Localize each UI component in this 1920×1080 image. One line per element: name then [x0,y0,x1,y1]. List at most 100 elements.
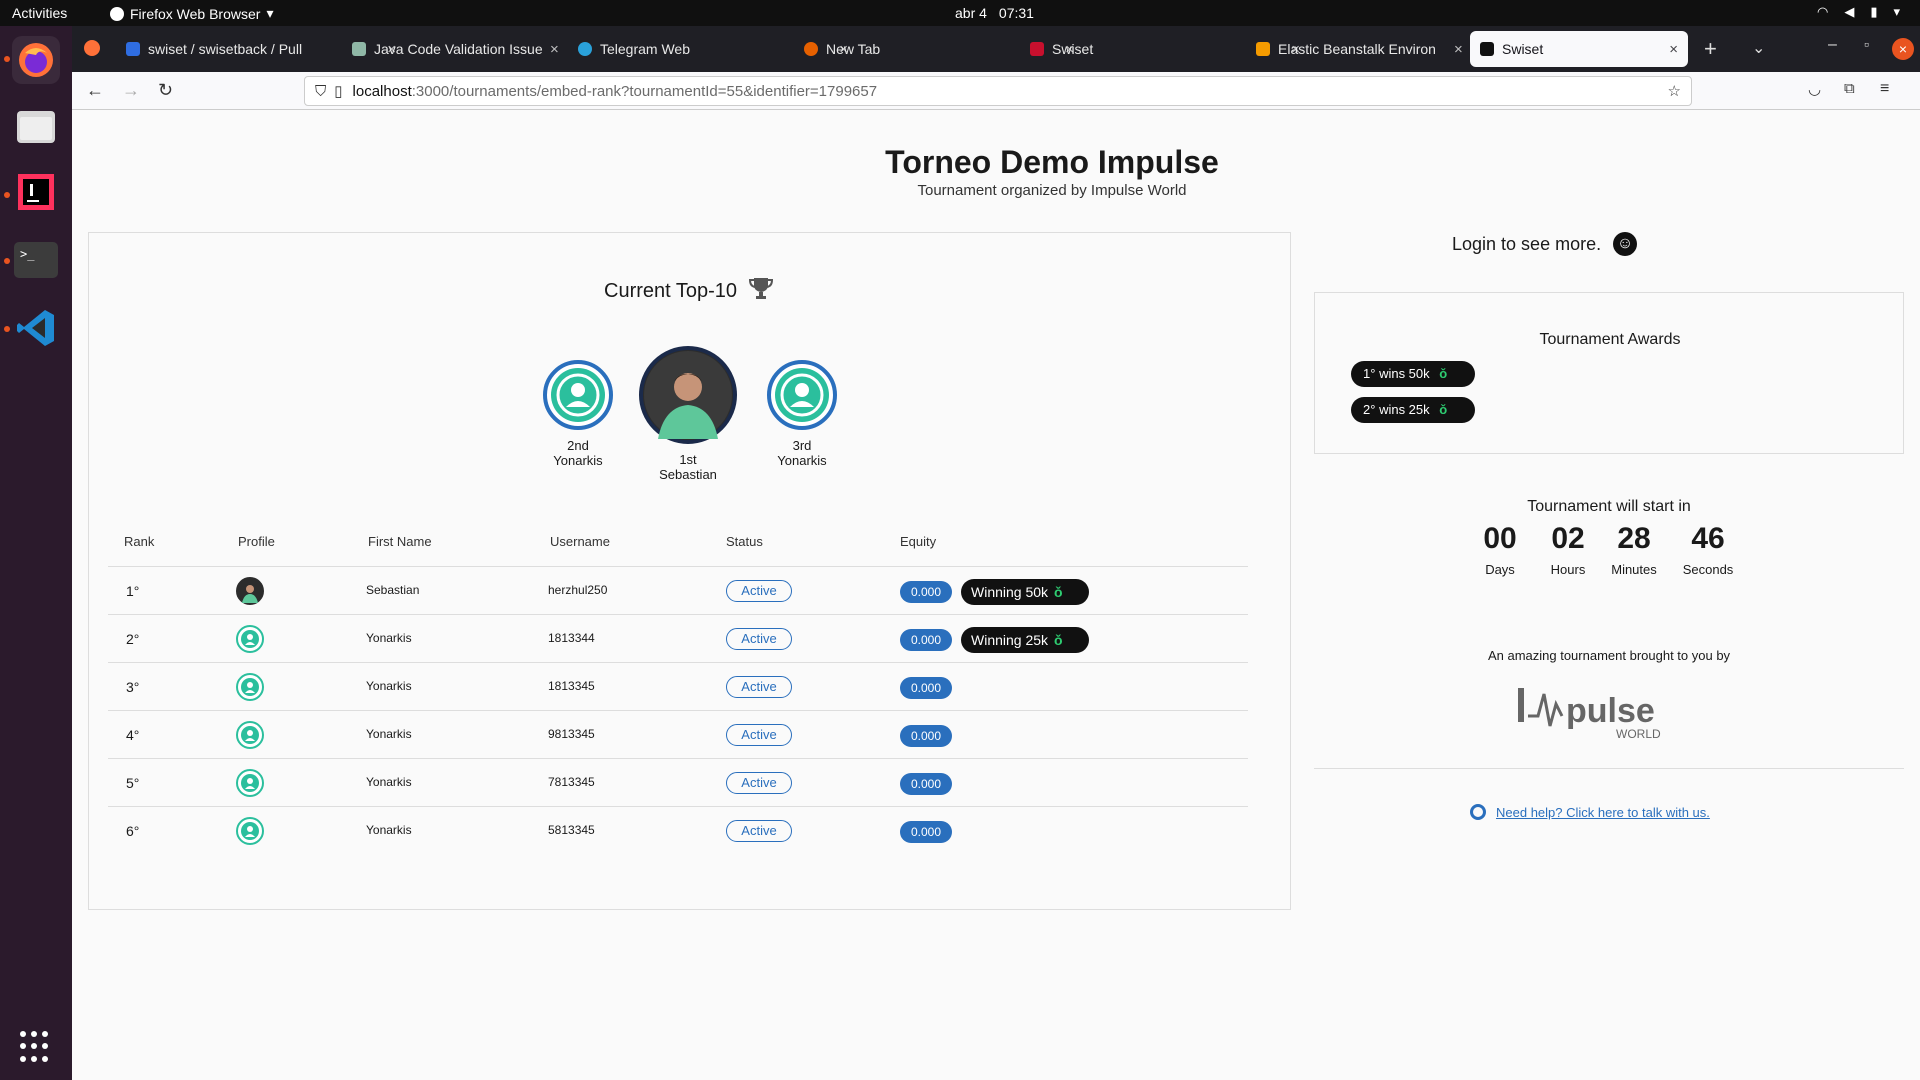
telegram-icon [578,42,592,56]
files-icon[interactable] [12,102,60,150]
lifebuoy-icon [1470,804,1486,820]
svg-text:>_: >_ [20,247,35,261]
user-icon [236,625,264,653]
first-name: Sebastian [366,583,420,597]
login-text[interactable]: Login to see more. [1452,234,1601,255]
tab-swiset-active[interactable]: Swiset × [1470,31,1688,67]
back-icon[interactable]: ← [86,80,104,101]
url-bar[interactable]: ⛉ ▯ localhost:3000/tournaments/embed-ran… [304,76,1692,106]
col-header-first-name[interactable]: First Name [368,534,432,549]
user-icon [236,769,264,797]
swiset-icon [1030,42,1044,56]
username: herzhul250 [548,583,608,597]
page-icon: ▯ [334,83,343,100]
countdown-seconds-label: Seconds [1682,562,1734,577]
table-row[interactable]: 1° Sebastian herzhul250 Active 0.000 Win… [108,566,1248,614]
minimize-button[interactable]: – [1828,36,1837,54]
table-row[interactable]: 2° Yonarkis 1813344 Active 0.000 Winning… [108,614,1248,662]
activities-button[interactable]: Activities [12,5,67,21]
new-tab-button[interactable]: + [1704,36,1717,62]
pocket-icon[interactable]: ◡ [1808,80,1821,98]
medal-icon: ǒ [1054,632,1063,648]
username: 7813345 [548,775,595,789]
close-icon[interactable]: × [550,41,559,58]
avatar [767,360,837,430]
medal-icon: ǒ [1439,366,1448,381]
podium-second[interactable]: 2nd Yonarkis [540,360,616,468]
brought-by-text: An amazing tournament brought to you by [1487,648,1731,663]
equity-badge: 0.000 [900,677,952,699]
page-title: Torneo Demo Impulse [885,144,1219,180]
page-content: Torneo Demo Impulse Tournament organized… [72,110,1920,1080]
username: 1813344 [548,631,595,645]
intellij-icon[interactable] [12,168,60,216]
winning-badge: Winning 25k ǒ [961,627,1089,653]
col-header-username[interactable]: Username [550,534,610,549]
menu-icon[interactable]: ≡ [1880,80,1889,98]
logo-subtext: WORLD [1616,727,1661,741]
github-icon [126,42,140,56]
awards-card: Tournament Awards 1° wins 50k ǒ 2° wins … [1314,292,1904,454]
equity-badge: 0.000 [900,581,952,603]
podium-first[interactable]: 1st Sebastian [638,346,738,482]
countdown-title: Tournament will start in [1527,498,1691,515]
url-path: :3000/tournaments/embed-rank?tournamentI… [411,82,878,100]
first-name: Yonarkis [366,631,412,645]
rank: 5° [126,775,140,791]
shield-icon: ⛉ [315,82,327,100]
swiset-icon [1480,42,1494,56]
table-row[interactable]: 6° Yonarkis 5813345 Active 0.000 [108,806,1248,854]
system-tray[interactable]: ◠ ◀ ▮ ▾ [1817,4,1900,20]
medal-icon: ǒ [1439,402,1448,417]
clock[interactable]: abr 4 07:31 [955,5,1034,21]
table-row[interactable]: 3° Yonarkis 1813345 Active 0.000 [108,662,1248,710]
col-header-equity[interactable]: Equity [900,534,936,549]
table-row[interactable]: 5° Yonarkis 7813345 Active 0.000 [108,758,1248,806]
countdown-minutes: 28 [1617,522,1651,555]
vscode-icon[interactable] [12,304,60,352]
podium-third[interactable]: 3rd Yonarkis [764,360,840,468]
table-row[interactable]: 4° Yonarkis 9813345 Active 0.000 [108,710,1248,758]
chevron-down-icon: ▾ [266,5,274,21]
avatar [236,577,264,605]
dock: >_ [0,26,72,1080]
col-header-rank[interactable]: Rank [124,534,154,549]
username: 1813345 [548,679,595,693]
app-menu[interactable]: Firefox Web Browser ▾ [110,5,273,22]
equity-badge: 0.000 [900,629,952,651]
first-name: Yonarkis [366,775,412,789]
star-icon[interactable]: ☆ [1668,82,1681,100]
clock-date: abr 4 [955,5,987,21]
maximize-button[interactable]: ▫ [1864,36,1869,52]
award-text: wins 25k [1379,402,1430,417]
battery-icon: ▮ [1870,4,1878,19]
podium-place: 2nd [567,438,589,453]
equity-badge: 0.000 [900,821,952,843]
clock-time: 07:31 [998,5,1034,21]
col-header-profile[interactable]: Profile [238,534,275,549]
avatar [543,360,613,430]
rank: 4° [126,727,140,743]
smile-icon: ☺ [1613,232,1638,256]
extensions-icon[interactable]: ⧉ [1844,80,1855,97]
firefox-view-icon[interactable] [84,40,100,56]
close-icon[interactable]: × [1454,41,1463,58]
col-header-status[interactable]: Status [726,534,763,549]
firefox-icon[interactable] [12,36,60,84]
reload-icon[interactable]: ↻ [158,80,173,101]
close-icon[interactable]: × [1669,41,1678,58]
top10-label: Current Top-10 [604,280,738,302]
rank: 3° [126,679,140,695]
close-window-button[interactable]: × [1892,38,1914,60]
help-text[interactable]: Need help? Click here to talk with us. [1496,805,1710,820]
apps-grid-icon[interactable] [20,1031,52,1063]
volume-icon: ◀ [1844,4,1855,19]
equity-badge: 0.000 [900,725,952,747]
avatar [639,346,737,444]
login-prompt[interactable]: Login to see more. ☺ [1452,232,1638,256]
forward-icon[interactable]: → [122,80,140,101]
list-tabs-icon[interactable]: ⌄ [1752,38,1765,58]
medal-icon: ǒ [1054,584,1063,600]
help-link[interactable]: Need help? Click here to talk with us. [1470,804,1710,820]
terminal-icon[interactable]: >_ [12,236,60,284]
